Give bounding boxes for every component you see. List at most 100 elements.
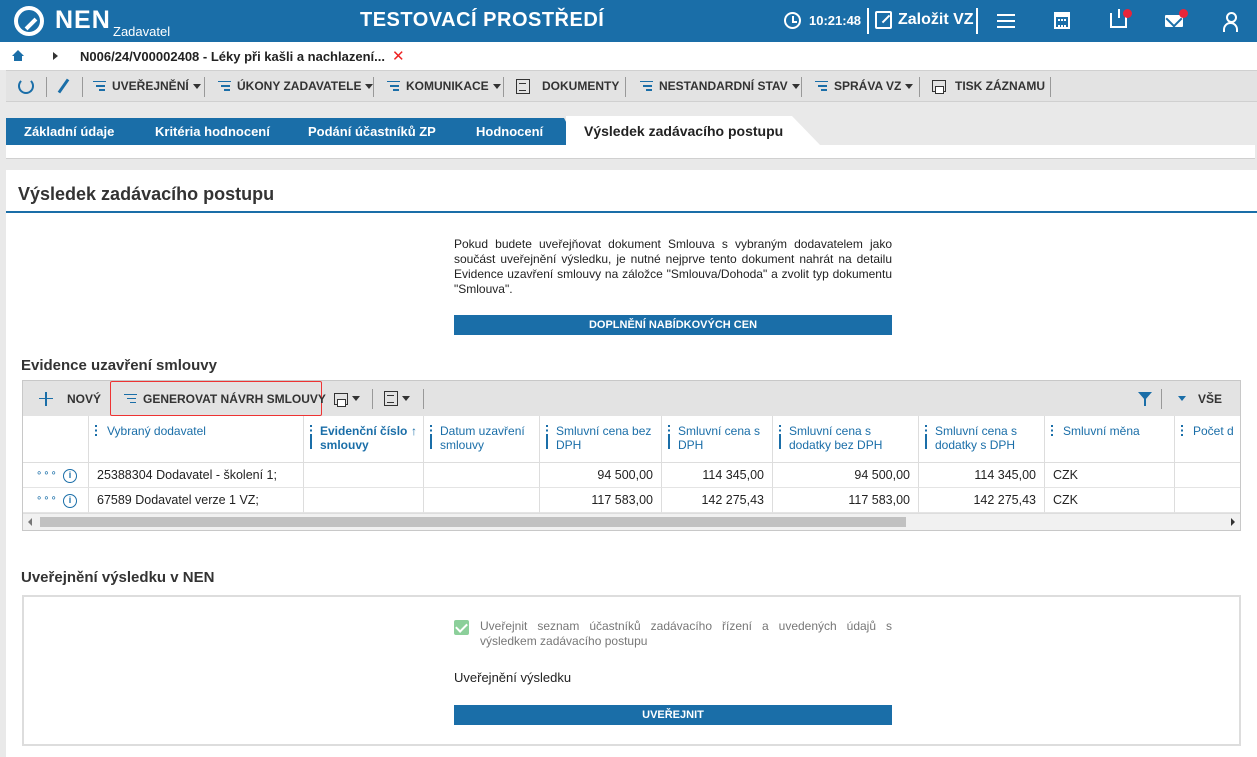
cell-contract-number [304,488,424,513]
cell-price-addenda-net: 117 583,00 [773,488,919,513]
new-button[interactable]: NOVÝ [39,381,101,416]
column-label: Vybraný dodavatel [107,424,206,438]
list-icon [815,81,828,91]
clock-icon [784,12,801,29]
new-label: NOVÝ [67,391,102,406]
column-header-price-addenda-net[interactable]: Smluvní cena s dodatky bez DPH [773,416,919,463]
scroll-left-icon[interactable] [28,518,32,526]
edit-button[interactable] [57,71,70,101]
prices-button[interactable]: DOPLNĚNÍ NABÍDKOVÝCH CEN [454,315,892,335]
inbox-notification-dot [1123,9,1132,18]
menu-label: KOMUNIKACE [406,79,489,93]
filter-icon [1138,391,1152,406]
publish-checkbox[interactable] [454,620,469,635]
column-menu-icon[interactable] [1181,425,1183,436]
logo-subtitle: Zadavatel [113,24,171,39]
column-header-price-vat[interactable]: Smluvní cena s DPH [662,416,773,463]
column-header-price-addenda-vat[interactable]: Smluvní cena s dodatky s DPH [919,416,1045,463]
column-label: Počet d [1193,424,1234,438]
column-header-contract-number[interactable]: ↑ Evidenční číslo smlouvy [304,416,424,463]
list-icon [640,81,653,91]
column-label: Smluvní cena bez DPH [556,424,652,452]
menu-nestandardni-stav[interactable]: NESTANDARDNÍ STAV [640,71,800,101]
info-icon[interactable]: i [63,494,77,508]
column-menu-icon[interactable] [925,425,927,449]
generate-contract-button[interactable]: GENEROVAT NÁVRH SMLOUVY [124,381,326,416]
calculator-icon[interactable] [1054,12,1070,29]
logo-text[interactable]: NEN [55,6,111,35]
view-selector[interactable]: VŠE [1178,381,1222,416]
more-icon[interactable]: ∘∘∘ [36,493,58,504]
nen-logo-icon[interactable] [14,6,44,36]
filter-button[interactable] [1138,381,1152,416]
close-icon[interactable]: ✕ [392,47,405,65]
menu-icon[interactable] [997,14,1015,28]
tab-content-strip [6,145,1255,159]
divider [204,77,205,97]
environment-title: TESTOVACÍ PROSTŘEDÍ [360,9,605,31]
horizontal-scrollbar[interactable] [23,513,1240,530]
cell-currency: CZK [1045,463,1175,488]
menu-label: NESTANDARDNÍ STAV [659,79,788,93]
column-menu-icon[interactable] [779,425,781,449]
publish-section-label: Uveřejnění výsledku [454,670,572,685]
info-icon[interactable]: i [63,469,77,483]
tab-kriteria-hodnoceni[interactable]: Kritéria hodnocení [137,118,304,145]
divider [1050,77,1051,97]
column-header-date[interactable]: Datum uzavření smlouvy [424,416,540,463]
column-menu-icon[interactable] [668,425,670,449]
menu-tisk-zaznamu[interactable]: TISK ZÁZNAMU [932,71,1045,101]
mail-notification-dot [1179,9,1188,18]
tab-zakladni-udaje[interactable]: Základní údaje [6,118,151,145]
tab-bar: Základní údaje Kritéria hodnocení Podání… [0,102,1257,147]
home-icon[interactable] [12,50,24,61]
tab-hodnoceni[interactable]: Hodnocení [458,118,578,145]
publish-title: Uveřejnění výsledku v NEN [21,569,215,586]
tab-podani-ucastniku[interactable]: Podání účastníků ZP [290,118,472,145]
contracts-grid: NOVÝ GENEROVAT NÁVRH SMLOUVY VŠE Vybraný… [22,380,1241,531]
print-icon [334,392,348,407]
chevron-right-icon [53,52,58,60]
menu-komunikace[interactable]: KOMUNIKACE [387,71,501,101]
refresh-button[interactable] [18,71,34,101]
column-menu-icon[interactable] [430,425,432,449]
print-dropdown[interactable] [334,381,360,416]
caret-down-icon [192,83,201,89]
print-icon [932,80,946,94]
caret-down-icon [791,83,800,89]
plus-icon [39,391,53,406]
scroll-right-icon[interactable] [1231,518,1235,526]
divider [372,389,373,409]
cell-date [424,463,540,488]
user-icon[interactable] [1222,12,1238,32]
cell-price-addenda-vat: 114 345,00 [919,463,1045,488]
column-menu-icon[interactable] [1051,425,1053,436]
cell-count [1175,463,1240,488]
menu-sprava-vz[interactable]: SPRÁVA VZ [815,71,914,101]
export-dropdown[interactable] [384,381,410,416]
column-header-count[interactable]: Počet d [1175,416,1240,463]
create-pencil-icon[interactable] [875,11,892,29]
page-title: Výsledek zadávacího postupu [18,184,275,204]
column-menu-icon[interactable] [310,425,312,449]
menu-dokumenty[interactable]: DOKUMENTY [516,71,619,101]
menu-ukony-zadavatele[interactable]: ÚKONY ZADAVATELE [218,71,374,101]
list-icon [218,81,231,91]
column-menu-icon[interactable] [95,425,97,436]
scrollbar-thumb[interactable] [40,517,906,527]
cell-supplier: 25388304 Dodavatel - školení 1; [89,463,304,488]
column-header-currency[interactable]: Smluvní měna [1045,416,1175,463]
menu-uverejneni[interactable]: UVEŘEJNĚNÍ [93,71,201,101]
column-header-price-net[interactable]: Smluvní cena bez DPH [540,416,662,463]
create-vz-button[interactable]: Založit VZ [898,11,974,29]
breadcrumb-item[interactable]: N006/24/V00002408 - Léky při kašli a nac… [80,49,385,64]
more-icon[interactable]: ∘∘∘ [36,468,58,479]
column-menu-icon[interactable] [546,425,548,449]
column-label: Evidenční číslo smlouvy [320,424,408,452]
tab-vysledek-zadavaciho-postupu[interactable]: Výsledek zadávacího postupu [566,116,822,147]
contracts-title: Evidence uzavření smlouvy [21,357,217,374]
publish-button[interactable]: UVEŘEJNIT [454,705,892,725]
caret-down-icon [352,396,360,401]
divider [976,8,978,34]
column-header-supplier[interactable]: Vybraný dodavatel [89,416,304,463]
